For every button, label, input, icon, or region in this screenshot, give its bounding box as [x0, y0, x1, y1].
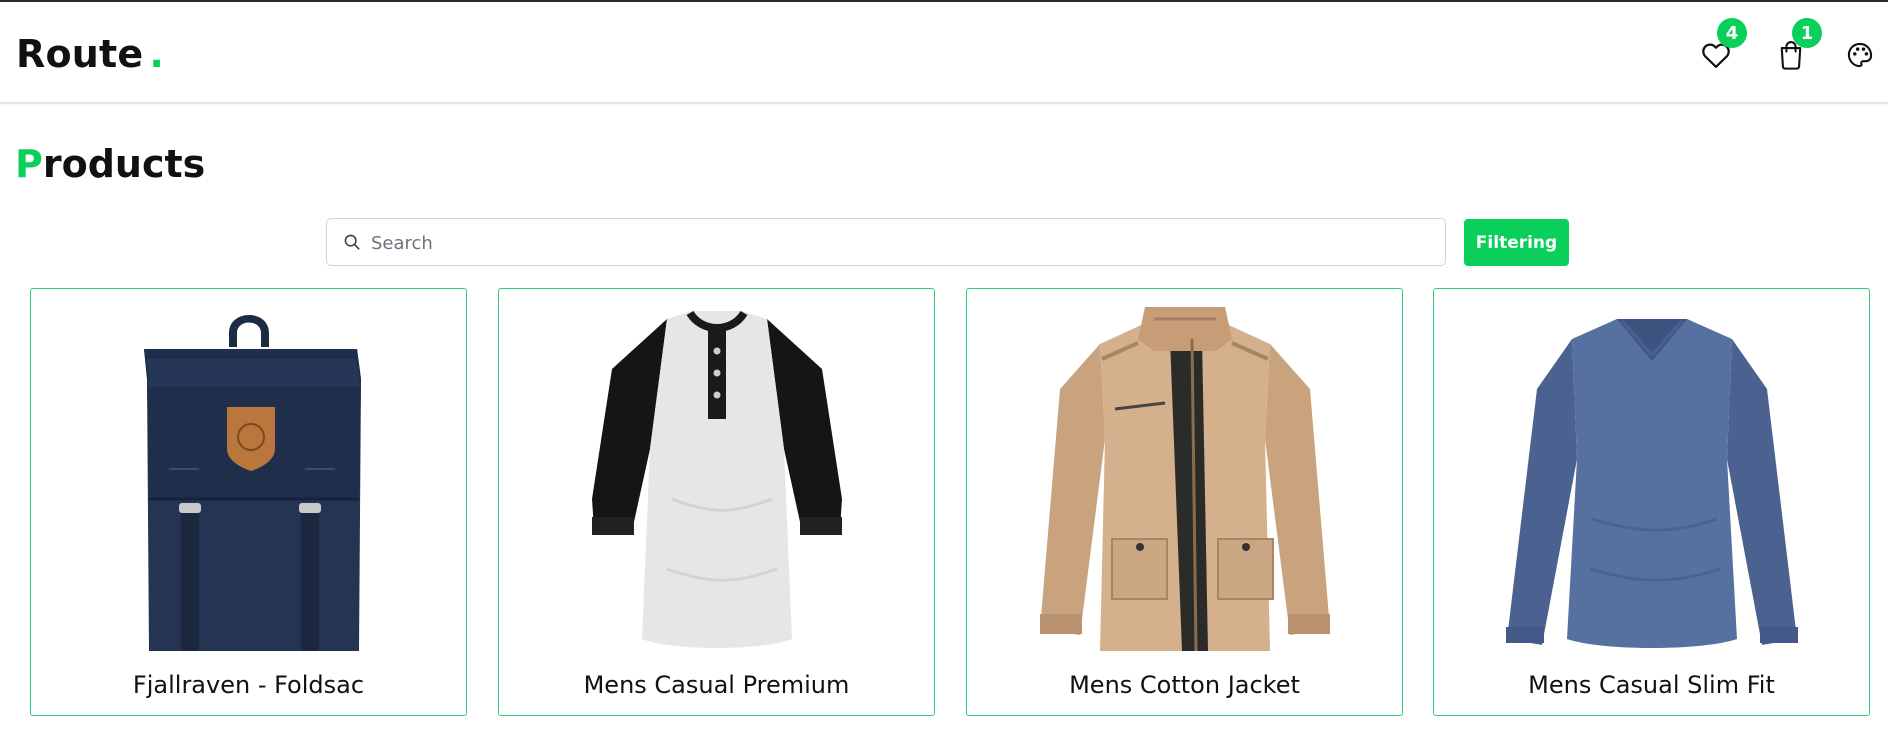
navbar: Route. 4 1: [0, 2, 1888, 104]
filtering-button[interactable]: Filtering: [1464, 219, 1569, 266]
product-image-backpack: [31, 299, 466, 659]
page-title-rest: roducts: [42, 142, 206, 186]
product-image-longsleeve-tshirt: [1434, 299, 1869, 659]
product-card[interactable]: Mens Casual Premium: [498, 288, 935, 716]
product-grid: Fjallraven - Foldsac Mens Casual Premium…: [30, 288, 1872, 718]
brand-name: Route: [16, 32, 144, 76]
product-card[interactable]: Mens Cotton Jacket: [966, 288, 1403, 716]
theme-button[interactable]: [1843, 38, 1877, 72]
brand-dot: .: [149, 32, 164, 76]
product-card[interactable]: Fjallraven - Foldsac: [30, 288, 467, 716]
wishlist-button[interactable]: 4: [1699, 18, 1747, 72]
product-card[interactable]: Mens Casual Slim Fit: [1433, 288, 1870, 716]
product-image-raglan-tshirt: [499, 299, 934, 659]
search-input[interactable]: [369, 219, 1433, 267]
page-title: Products: [15, 142, 205, 186]
product-name: Fjallraven - Foldsac: [132, 671, 365, 699]
product-name: Mens Cotton Jacket: [1069, 671, 1300, 699]
page-title-accent: P: [15, 142, 43, 186]
cart-button[interactable]: 1: [1774, 18, 1822, 72]
search-box: [326, 218, 1446, 267]
palette-icon: [1847, 42, 1873, 68]
product-name: Mens Casual Premium: [583, 671, 850, 699]
search-icon: [344, 234, 360, 250]
cart-count-badge: 1: [1792, 18, 1822, 48]
wishlist-count-badge: 4: [1717, 18, 1747, 48]
product-image-jacket: [967, 299, 1402, 659]
brand-logo[interactable]: Route.: [16, 32, 164, 76]
product-name: Mens Casual Slim Fit: [1528, 671, 1775, 699]
